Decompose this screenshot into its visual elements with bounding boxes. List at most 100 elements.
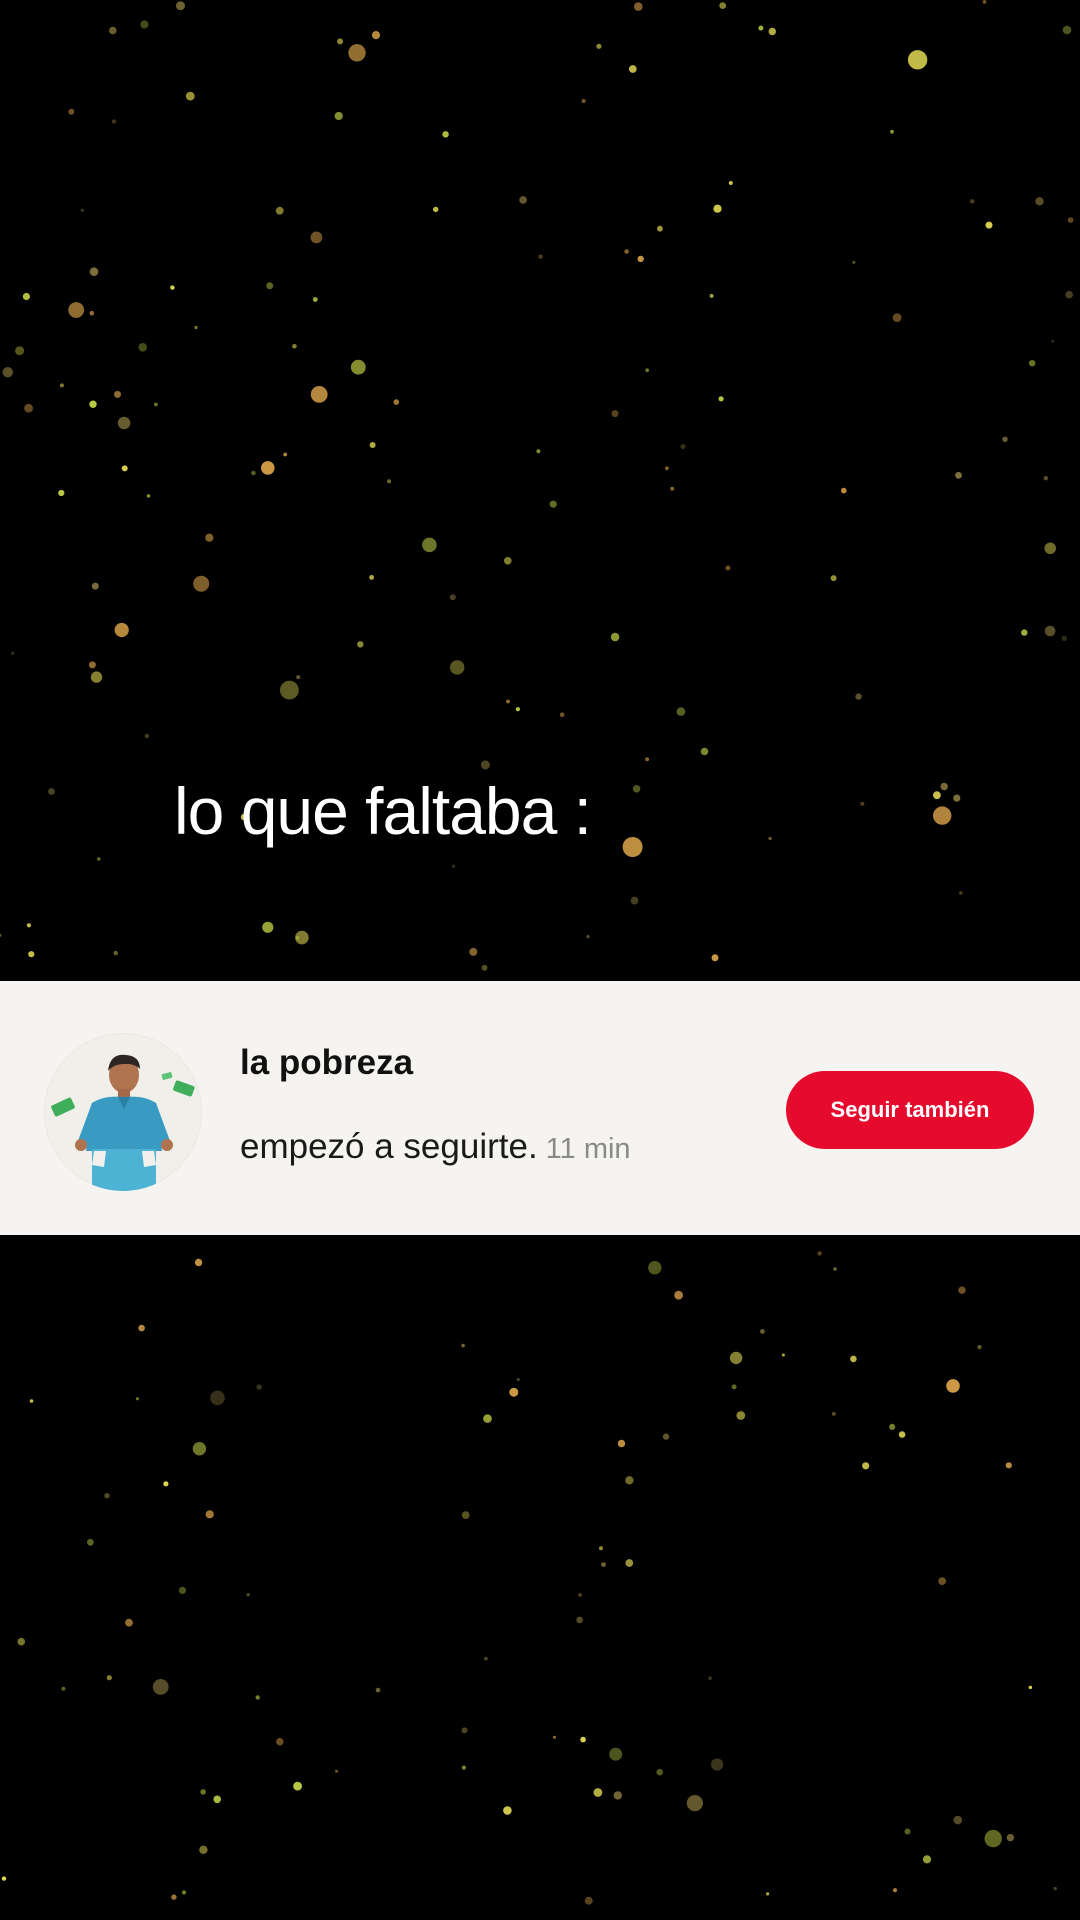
sparkle-dot bbox=[670, 486, 675, 491]
sparkle-dot bbox=[205, 533, 214, 542]
sparkle-dot bbox=[170, 285, 175, 290]
sparkle-dot bbox=[768, 836, 772, 841]
sparkle-dot bbox=[246, 1593, 250, 1597]
sparkle-dot bbox=[293, 1781, 302, 1791]
sparkle-dot bbox=[193, 575, 210, 592]
sparkle-dot bbox=[830, 575, 837, 582]
sparkle-dot bbox=[855, 693, 862, 700]
sparkle-dot bbox=[181, 1890, 187, 1895]
sparkle-dot bbox=[449, 594, 456, 601]
sparkle-dot bbox=[176, 1, 185, 11]
sparkle-dot bbox=[461, 1765, 466, 1770]
sparkle-dot bbox=[1029, 360, 1036, 367]
sparkle-dot bbox=[637, 255, 644, 263]
sparkle-dot bbox=[922, 1855, 932, 1864]
sparkle-dot bbox=[711, 954, 719, 962]
sparkle-dot bbox=[719, 2, 727, 9]
sparkle-particles bbox=[0, 0, 1074, 1905]
sparkle-dot bbox=[645, 757, 650, 762]
follow-back-button[interactable]: Seguir también bbox=[786, 1071, 1034, 1149]
sparkle-dot bbox=[601, 1562, 606, 1567]
sparkle-dot bbox=[89, 267, 99, 277]
sparkle-dot bbox=[515, 707, 521, 712]
sparkle-dot bbox=[109, 26, 117, 35]
sparkle-dot bbox=[953, 794, 961, 802]
sparkle-dot bbox=[483, 1414, 492, 1423]
sparkle-dot bbox=[194, 1258, 203, 1267]
sparkle-dot bbox=[984, 1829, 1002, 1848]
sparkle-dot bbox=[536, 449, 541, 454]
sparkle-dot bbox=[68, 302, 85, 318]
sparkle-dot bbox=[125, 1618, 133, 1627]
video-frame: lo que faltaba : la pobreza empezó a seg… bbox=[0, 0, 1080, 1920]
sparkle-dot bbox=[357, 641, 364, 648]
sparkle-dot bbox=[310, 386, 328, 403]
sparkle-dot bbox=[185, 91, 195, 101]
sparkle-dot bbox=[1062, 25, 1072, 35]
sparkle-dot bbox=[628, 65, 637, 73]
sparkle-dot bbox=[2, 367, 13, 378]
sparkle-dot bbox=[833, 1267, 837, 1271]
sparkle-dot bbox=[625, 1476, 634, 1485]
sparkle-dot bbox=[553, 1735, 556, 1739]
sparkle-dot bbox=[665, 466, 669, 471]
sparkle-dot bbox=[970, 199, 975, 204]
sparkle-dot bbox=[106, 1675, 112, 1681]
sparkle-dot bbox=[624, 249, 629, 254]
avatar[interactable] bbox=[44, 1033, 202, 1191]
sparkle-dot bbox=[15, 346, 25, 356]
sparkle-dot bbox=[334, 111, 343, 121]
sparkle-dot bbox=[1061, 635, 1067, 642]
sparkle-dot bbox=[140, 20, 149, 29]
sparkle-dot bbox=[516, 1378, 520, 1381]
sparkle-dot bbox=[728, 181, 733, 185]
sparkle-dot bbox=[461, 1343, 465, 1348]
sparkle-dot bbox=[630, 896, 639, 905]
sparkle-dot bbox=[708, 1676, 712, 1680]
sparkle-dot bbox=[686, 1795, 704, 1812]
sparkle-dot bbox=[596, 43, 602, 49]
sparkle-dot bbox=[611, 410, 619, 418]
sparkle-dot bbox=[860, 801, 865, 806]
sparkle-dot bbox=[312, 297, 318, 302]
video-caption: lo que faltaba : bbox=[174, 774, 592, 848]
sparkle-dot bbox=[80, 208, 85, 212]
sparkle-dot bbox=[280, 680, 299, 700]
sparkle-dot bbox=[335, 1769, 338, 1773]
sparkle-dot bbox=[337, 38, 344, 45]
sparkle-dot bbox=[91, 582, 99, 590]
sparkle-dot bbox=[22, 292, 30, 301]
sparkle-dot bbox=[200, 1789, 206, 1795]
sparkle-dot bbox=[393, 399, 400, 405]
sparkle-dot bbox=[117, 416, 131, 430]
follow-notification[interactable]: la pobreza empezó a seguirte. 11 min Segu… bbox=[0, 981, 1080, 1235]
sparkle-dot bbox=[163, 1481, 169, 1487]
sparkle-dot bbox=[255, 1695, 260, 1700]
sparkle-dot bbox=[940, 782, 948, 791]
sparkle-dot bbox=[898, 1431, 906, 1438]
sparkle-dot bbox=[251, 470, 256, 476]
sparkle-dot bbox=[1044, 625, 1056, 637]
username[interactable]: la pobreza bbox=[240, 1043, 413, 1083]
sparkle-dot bbox=[933, 806, 952, 825]
sparkle-dot bbox=[369, 575, 374, 580]
sparkle-dot bbox=[97, 857, 101, 861]
sparkle-dot bbox=[310, 231, 323, 244]
sparkle-dot bbox=[593, 1788, 603, 1797]
sparkle-dot bbox=[862, 1462, 870, 1470]
sparkle-dot bbox=[599, 1546, 603, 1551]
sparkle-dot bbox=[433, 206, 439, 213]
sparkle-dot bbox=[907, 50, 928, 70]
sparkle-dot bbox=[1044, 542, 1056, 555]
sparkle-dot bbox=[985, 221, 993, 229]
sparkle-dot bbox=[711, 1758, 724, 1771]
sparkle-dot bbox=[538, 254, 543, 259]
sparkle-dot bbox=[276, 1738, 284, 1746]
sparkle-dot bbox=[648, 1261, 662, 1275]
sparkle-dot bbox=[114, 390, 121, 398]
sparkle-dot bbox=[506, 699, 510, 704]
sparkle-dot bbox=[104, 1493, 110, 1499]
sparkle-dot bbox=[578, 1593, 582, 1597]
sparkle-dot bbox=[676, 707, 686, 716]
sparkle-dot bbox=[387, 479, 392, 484]
